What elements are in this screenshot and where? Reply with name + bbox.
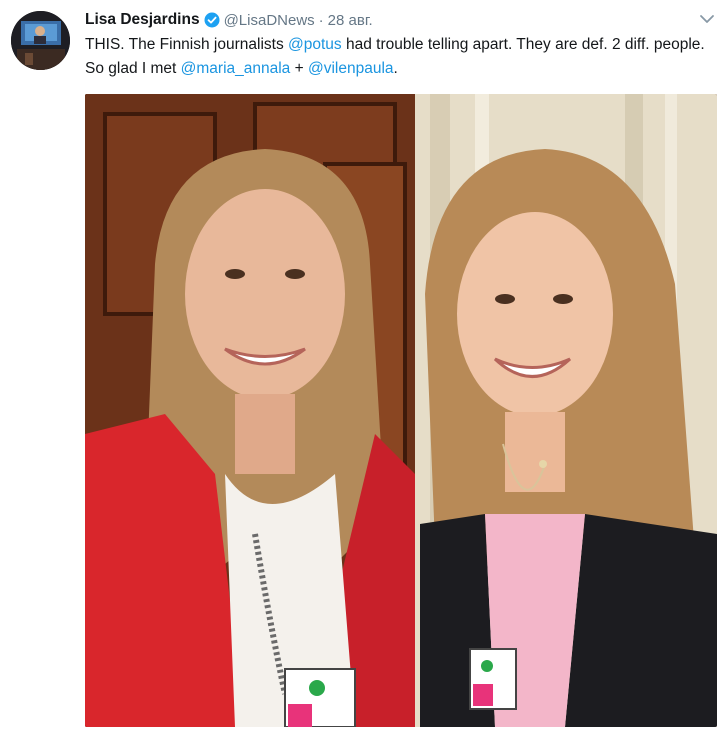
mention-link[interactable]: @potus — [288, 36, 342, 53]
tweet-header: Lisa Desjardins @LisaDNews · 28 авг. — [85, 9, 707, 31]
tweet-photo[interactable] — [85, 94, 717, 727]
tweet-text-segment: + — [290, 60, 308, 77]
tweet-text-segment: THIS. The Finnish journalists — [85, 36, 289, 53]
verified-badge-icon — [204, 12, 220, 28]
tweet-text: THIS. The Finnish journalists @potus had… — [85, 33, 715, 81]
mention-link[interactable]: @vilenpaula — [308, 60, 394, 77]
chevron-down-icon[interactable] — [699, 12, 715, 24]
tweet-card[interactable]: Lisa Desjardins @LisaDNews · 28 авг. THI… — [0, 0, 727, 737]
tweet-date[interactable]: 28 авг. — [328, 12, 373, 29]
author-name[interactable]: Lisa Desjardins — [85, 11, 200, 29]
author-avatar[interactable] — [11, 11, 70, 70]
header-separator: · — [318, 11, 324, 29]
mention-link[interactable]: @maria_annala — [181, 60, 291, 77]
tweet-text-segment: . — [393, 60, 398, 77]
author-handle[interactable]: @LisaDNews — [224, 12, 315, 29]
